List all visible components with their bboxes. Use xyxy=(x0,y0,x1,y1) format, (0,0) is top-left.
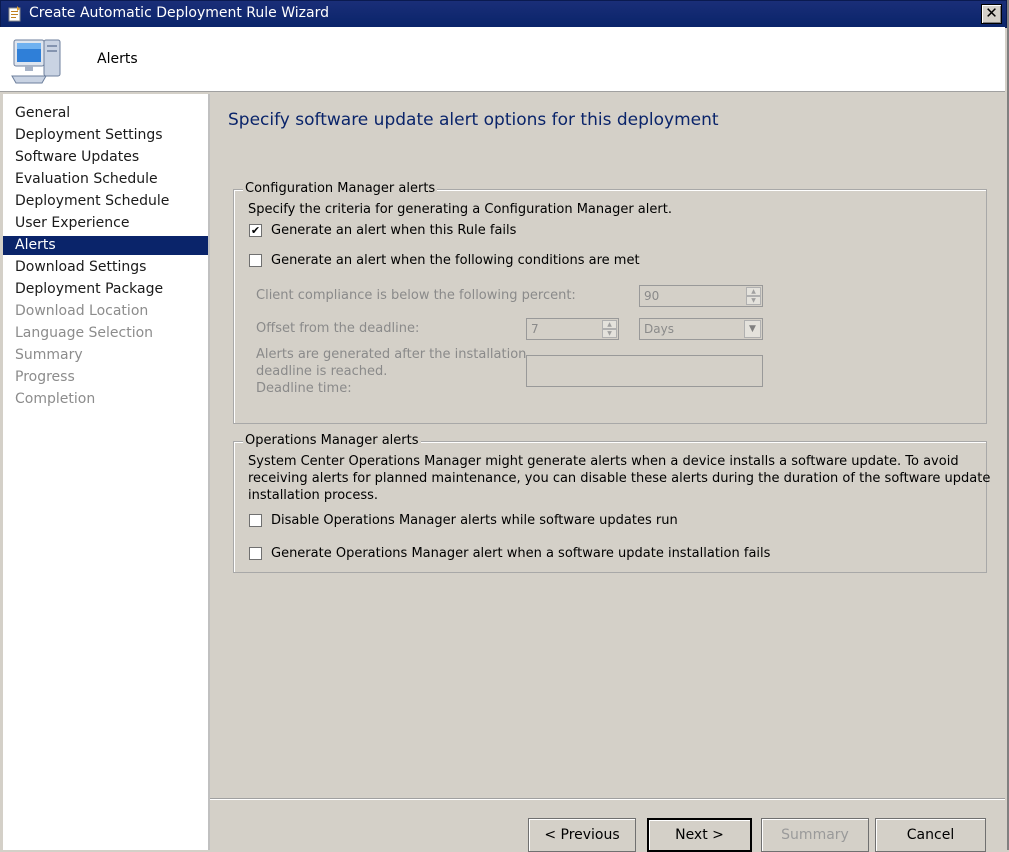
cancel-button[interactable]: Cancel xyxy=(875,818,986,852)
disable-om-alerts-option[interactable]: Disable Operations Manager alerts while … xyxy=(249,512,678,528)
nav-item-download-settings[interactable]: Download Settings xyxy=(3,258,208,277)
deadline-label-line2: deadline is reached. xyxy=(256,364,388,379)
conditions-option[interactable]: Generate an alert when the following con… xyxy=(249,252,640,268)
om-alerts-legend: Operations Manager alerts xyxy=(243,433,421,448)
om-alerts-description-line3: installation process. xyxy=(248,488,378,503)
close-button[interactable]: ✕ xyxy=(981,4,1002,24)
nav-item-completion: Completion xyxy=(15,391,96,407)
wizard-window: Create Automatic Deployment Rule Wizard … xyxy=(0,0,1009,852)
compliance-label: Client compliance is below the following… xyxy=(256,288,576,303)
disable-om-alerts-label: Disable Operations Manager alerts while … xyxy=(271,512,678,528)
computer-icon xyxy=(11,39,61,84)
nav-item-progress: Progress xyxy=(15,369,75,385)
window-title: Create Automatic Deployment Rule Wizard xyxy=(29,5,329,21)
nav-item-software-updates[interactable]: Software Updates xyxy=(3,148,208,167)
rule-fails-checkbox[interactable]: ✔ xyxy=(249,223,262,237)
previous-button[interactable]: < Previous xyxy=(528,818,636,852)
cm-alerts-legend: Configuration Manager alerts xyxy=(243,181,438,196)
generate-om-alert-checkbox[interactable] xyxy=(249,546,262,560)
nav-item-deployment-schedule[interactable]: Deployment Schedule xyxy=(3,192,208,211)
configuration-manager-alerts-group: Configuration Manager alerts Specify the… xyxy=(233,181,987,424)
conditions-label: Generate an alert when the following con… xyxy=(271,252,640,268)
disable-om-alerts-checkbox[interactable] xyxy=(249,513,262,527)
nav-item-download-location: Download Location xyxy=(15,303,149,319)
title-bar: Create Automatic Deployment Rule Wizard … xyxy=(0,0,1007,28)
spin-up-icon[interactable]: ▲ xyxy=(602,320,617,329)
rule-fails-option[interactable]: ✔ Generate an alert when this Rule fails xyxy=(249,222,516,238)
nav-item-alerts[interactable]: Alerts xyxy=(3,236,208,255)
next-button[interactable]: Next > xyxy=(647,818,752,852)
nav-item-user-experience[interactable]: User Experience xyxy=(3,214,208,233)
nav-item-summary: Summary xyxy=(15,347,83,363)
wizard-nav: General Deployment Settings Software Upd… xyxy=(3,94,210,850)
page-heading: Specify software update alert options fo… xyxy=(228,110,719,130)
deadline-label-line1: Alerts are generated after the installat… xyxy=(256,347,527,362)
offset-unit-value: Days xyxy=(644,322,674,336)
generate-om-alert-option[interactable]: Generate Operations Manager alert when a… xyxy=(249,545,770,561)
nav-item-evaluation-schedule[interactable]: Evaluation Schedule xyxy=(3,170,208,189)
operations-manager-alerts-group: Operations Manager alerts System Center … xyxy=(233,433,991,573)
nav-item-deployment-package[interactable]: Deployment Package xyxy=(3,280,208,299)
close-icon: ✕ xyxy=(985,4,998,22)
rule-fails-label: Generate an alert when this Rule fails xyxy=(271,222,517,238)
spin-down-icon[interactable]: ▼ xyxy=(602,329,617,338)
nav-item-deployment-settings[interactable]: Deployment Settings xyxy=(3,126,208,145)
compliance-value: 90 xyxy=(644,289,660,303)
wizard-content: Specify software update alert options fo… xyxy=(210,94,1005,852)
chevron-down-icon[interactable]: ▼ xyxy=(744,320,761,338)
offset-label: Offset from the deadline: xyxy=(256,321,420,336)
om-alerts-description-line2: receiving alerts for planned maintenance… xyxy=(248,471,991,486)
om-alerts-description-line1: System Center Operations Manager might g… xyxy=(248,454,959,469)
nav-item-general[interactable]: General xyxy=(3,104,208,123)
offset-spinner[interactable]: 7 ▲ ▼ xyxy=(526,318,619,340)
generate-om-alert-label: Generate Operations Manager alert when a… xyxy=(271,545,771,561)
cm-alerts-description: Specify the criteria for generating a Co… xyxy=(248,202,672,217)
wizard-app-icon xyxy=(8,6,21,22)
offset-unit-dropdown[interactable]: Days ▼ xyxy=(639,318,763,340)
wizard-header: Alerts xyxy=(0,27,1005,92)
deadline-time-label: Deadline time: xyxy=(256,381,352,396)
compliance-percent-spinner[interactable]: 90 ▲ ▼ xyxy=(639,285,763,307)
spin-down-icon[interactable]: ▼ xyxy=(746,296,761,305)
summary-button: Summary xyxy=(761,818,869,852)
footer-divider xyxy=(210,798,1005,800)
spin-up-icon[interactable]: ▲ xyxy=(746,287,761,296)
checkmark-icon: ✔ xyxy=(250,223,261,237)
nav-item-language-selection: Language Selection xyxy=(15,325,154,341)
offset-value: 7 xyxy=(531,322,539,336)
deadline-time-field[interactable] xyxy=(526,355,763,387)
header-title: Alerts xyxy=(97,51,138,67)
conditions-checkbox[interactable] xyxy=(249,253,262,267)
